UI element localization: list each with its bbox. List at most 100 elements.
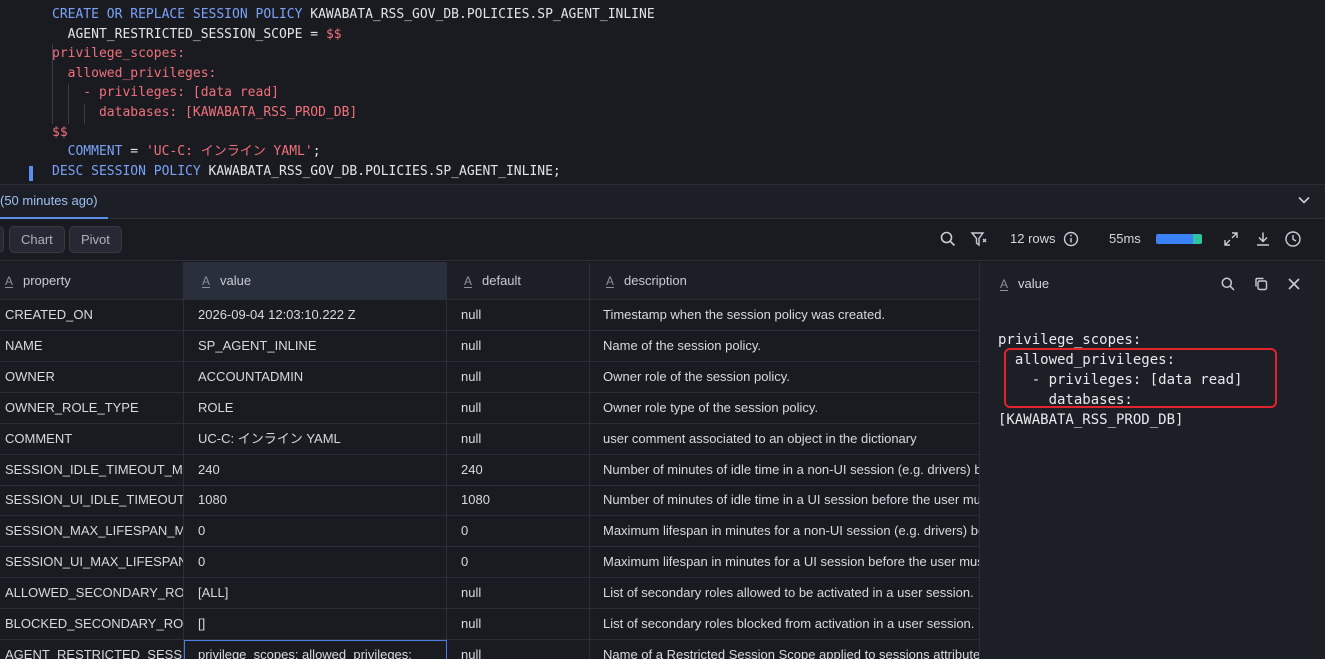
code-token: DESC SESSION POLICY [52, 163, 209, 179]
cell-value[interactable]: [] [184, 609, 447, 640]
text-type-icon: A [606, 274, 615, 288]
table-row[interactable]: CREATED_ON 2026-09-04 12:03:10.222 Znull T… [0, 300, 979, 331]
cell-description[interactable]: Timestamp when the session policy was cr… [590, 300, 979, 331]
info-icon[interactable] [1062, 230, 1080, 248]
table-row[interactable]: NAME SP_AGENT_INLINE null Name of the sessi… [0, 330, 979, 362]
table-row[interactable]: SESSION_UI_IDLE_TIMEOUT_MINS10801080Numb… [0, 485, 979, 517]
cell-property[interactable]: NAME [0, 330, 184, 362]
table-row[interactable]: AGENT_RESTRICTED_SESSION_SCOPE privilege… [0, 639, 979, 659]
cell-description[interactable]: Name of a Restricted Session Scope appli… [590, 640, 979, 659]
table-row[interactable]: BLOCKED_SECONDARY_ROLES[]nullList of sec… [0, 609, 979, 640]
cell-value[interactable]: SP_AGENT_INLINE [184, 330, 447, 362]
code-token: privilege_scopes: [52, 46, 186, 62]
cell-property[interactable]: SESSION_MAX_LIFESPAN_MINS [0, 516, 184, 548]
chart-button[interactable]: Chart [9, 226, 65, 253]
results-view-button[interactable] [0, 226, 4, 253]
cell-default[interactable]: null [447, 578, 590, 610]
table-row[interactable]: COMMENT UC-C: インライン YAML null user comment … [0, 423, 979, 455]
search-icon[interactable] [1220, 276, 1236, 292]
cell-value[interactable]: 1080 [184, 485, 447, 517]
history-clock-icon[interactable] [1284, 230, 1302, 248]
cell-property[interactable]: BLOCKED_SECONDARY_ROLES [0, 609, 184, 640]
cell-value[interactable]: ROLE [184, 392, 447, 424]
table-row[interactable]: SESSION_UI_MAX_LIFESPAN_MINS00Maximum li… [0, 547, 979, 579]
cell-description[interactable]: Number of minutes of idle time in a non-… [590, 455, 979, 486]
copy-icon[interactable] [1253, 276, 1269, 292]
column-header-property[interactable]: Aproperty [0, 262, 184, 300]
search-icon[interactable] [939, 230, 957, 248]
cell-description[interactable]: Maximum lifespan in minutes for a non-UI… [590, 516, 979, 547]
table-row[interactable]: OWNER_ROLE_TYPE ROLE null Owner role type o… [0, 392, 979, 424]
table-row[interactable]: SESSION_IDLE_TIMEOUT_MINS240240Number of… [0, 454, 979, 486]
cell-value[interactable]: privilege_scopes: allowed_privileges: [184, 639, 447, 659]
cell-default[interactable]: 0 [447, 516, 590, 548]
query-duration: 55ms [1109, 231, 1141, 246]
cell-description[interactable]: List of secondary roles allowed to be ac… [590, 578, 979, 609]
cell-default[interactable]: null [447, 361, 590, 393]
chevron-down-icon[interactable] [1297, 193, 1311, 207]
column-header-value[interactable]: Avalue [184, 262, 447, 300]
code-line: DESC SESSION POLICY KAWABATA_RSS_GOV_DB.… [52, 162, 561, 182]
panel-title: Avalue [1000, 276, 1050, 291]
cell-default[interactable]: null [447, 392, 590, 424]
cell-description[interactable]: Number of minutes of idle time in a UI s… [590, 485, 979, 516]
cell-value[interactable]: UC-C: インライン YAML [184, 423, 447, 455]
cell-default[interactable]: 0 [447, 547, 590, 579]
cell-default[interactable]: null [447, 609, 590, 640]
cell-property[interactable]: ALLOWED_SECONDARY_ROLES [0, 578, 184, 610]
cell-description[interactable]: Name of the session policy. [590, 331, 979, 362]
cell-value[interactable]: 0 [184, 547, 447, 579]
cell-property[interactable]: OWNER_ROLE_TYPE [0, 392, 184, 424]
cell-value[interactable]: 2026-09-04 12:03:10.222 Z [184, 300, 447, 331]
cell-value[interactable]: [ALL] [184, 578, 447, 610]
close-icon[interactable] [1286, 276, 1302, 292]
cell-description[interactable]: Maximum lifespan in minutes for a UI ses… [590, 547, 979, 578]
expand-icon[interactable] [1222, 230, 1240, 248]
cell-description[interactable]: Owner role of the session policy. [590, 362, 979, 393]
cell-value[interactable]: ACCOUNTADMIN [184, 361, 447, 393]
cell-description[interactable]: List of secondary roles blocked from act… [590, 609, 979, 640]
code-line: - privileges: [data read] [52, 83, 279, 103]
cell-value[interactable]: 240 [184, 454, 447, 486]
code-token: AGENT_RESTRICTED_SESSION_SCOPE = [52, 26, 326, 42]
table-row[interactable]: ALLOWED_SECONDARY_ROLES[ALL]nullList of … [0, 578, 979, 610]
active-line-marker [29, 166, 33, 181]
cell-property[interactable]: AGENT_RESTRICTED_SESSION_SCOPE [0, 639, 184, 659]
query-history-tab[interactable]: (50 minutes ago) [0, 185, 108, 219]
cell-value[interactable]: 0 [184, 516, 447, 548]
column-header-description[interactable]: Adescription [590, 262, 979, 300]
cell-default[interactable]: null [447, 300, 590, 331]
sql-editor[interactable]: CREATE OR REPLACE SESSION POLICY KAWABAT… [0, 0, 1325, 184]
cell-property[interactable]: COMMENT [0, 423, 184, 455]
table-row[interactable]: SESSION_MAX_LIFESPAN_MINS00Maximum lifes… [0, 516, 979, 548]
highlight-box [1004, 348, 1277, 408]
code-token: COMMENT [52, 144, 123, 160]
results-grid: Aproperty Avalue Adefault Adescription C… [0, 262, 979, 659]
code-token: - privileges: [data read] [52, 85, 279, 101]
cell-property[interactable]: SESSION_UI_IDLE_TIMEOUT_MINS [0, 485, 184, 517]
cell-default[interactable]: null [447, 423, 590, 455]
filter-icon[interactable] [970, 230, 988, 248]
code-token: = [122, 144, 146, 160]
code-token: databases: [KAWABATA_RSS_PROD_DB] [52, 105, 358, 120]
download-icon[interactable] [1254, 230, 1272, 248]
table-row[interactable]: OWNER ACCOUNTADMIN null Owner role of the s… [0, 361, 979, 393]
cell-default[interactable]: 240 [447, 454, 590, 486]
cell-default[interactable]: null [447, 330, 590, 362]
code-line: $$ [52, 123, 68, 143]
cell-description[interactable]: user comment associated to an object in … [590, 424, 979, 455]
cell-description[interactable]: Owner role type of the session policy. [590, 393, 979, 424]
cell-default[interactable]: 1080 [447, 485, 590, 517]
code-token: ; [312, 144, 321, 160]
code-token: $$ [52, 124, 68, 140]
cell-property[interactable]: SESSION_UI_MAX_LIFESPAN_MINS [0, 547, 184, 579]
pivot-button[interactable]: Pivot [69, 226, 122, 253]
text-type-icon: A [5, 274, 14, 288]
column-header-default[interactable]: Adefault [447, 262, 590, 300]
duration-bar [1156, 234, 1202, 244]
cell-property[interactable]: SESSION_IDLE_TIMEOUT_MINS [0, 454, 184, 486]
cell-default[interactable]: null [447, 639, 590, 659]
cell-property[interactable]: OWNER [0, 361, 184, 393]
code-line: privilege_scopes: [52, 44, 185, 64]
cell-property[interactable]: CREATED_ON [0, 300, 184, 331]
